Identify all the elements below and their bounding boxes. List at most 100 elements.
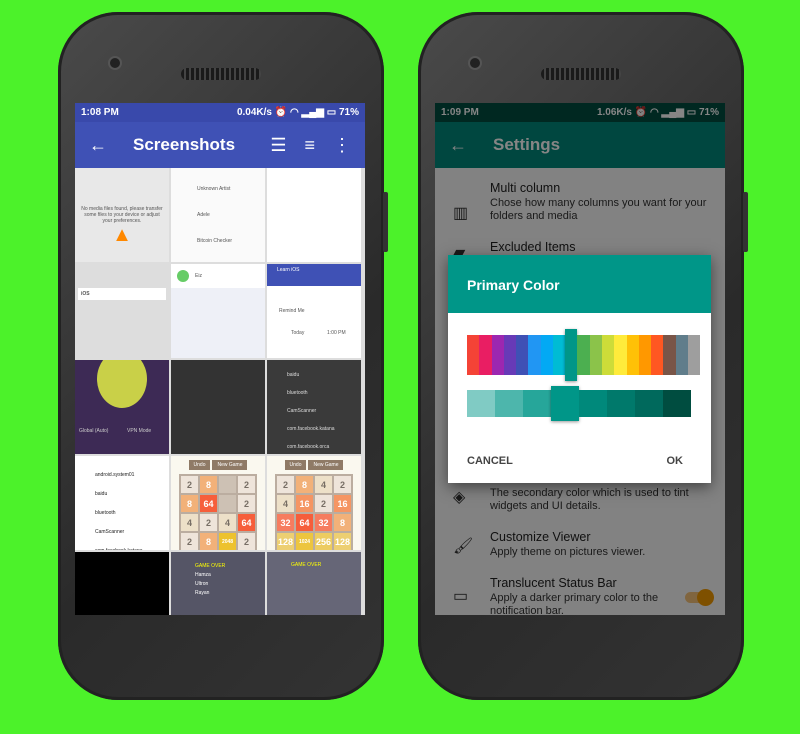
game-tile: 2 — [315, 495, 332, 512]
game-tile: 256 — [315, 533, 332, 550]
color-swatch[interactable] — [626, 335, 639, 375]
thumb-text: Hamza — [195, 572, 211, 578]
color-swatch[interactable] — [565, 329, 578, 381]
thumb-text: Unknown Artist — [197, 186, 231, 192]
power-button — [743, 192, 748, 252]
color-swatch[interactable] — [601, 335, 615, 375]
more-options-icon[interactable]: ⋮ — [333, 135, 351, 156]
game-tile: 64 — [200, 495, 217, 512]
thumb-text: android.system01 — [95, 472, 135, 478]
shade-swatch[interactable] — [551, 386, 579, 421]
thumbnail[interactable]: iOS — [75, 264, 169, 358]
thumb-text: 1:00 PM — [327, 330, 346, 336]
game-tile: 8 — [181, 495, 198, 512]
color-swatch[interactable] — [540, 335, 554, 375]
game-tile — [219, 476, 236, 493]
thumb-text: Today — [291, 330, 305, 336]
gallery-screen: 1:08 PM 0.04K/s ⏰ ◠ ▂▄▆ ▭ 71% ← Screensh… — [75, 103, 365, 615]
shade-swatch[interactable] — [467, 390, 495, 417]
thumb-text: Adele — [197, 212, 210, 218]
thumbnail[interactable] — [267, 168, 361, 262]
ok-button[interactable]: OK — [667, 455, 684, 467]
speaker — [181, 68, 261, 80]
color-swatch[interactable] — [528, 335, 541, 375]
thumbnail[interactable] — [171, 360, 265, 454]
color-swatch[interactable] — [651, 335, 664, 375]
status-time: 1:08 PM — [81, 107, 119, 118]
back-arrow-icon[interactable]: ← — [89, 135, 107, 156]
thumbnail[interactable]: GAME OVER — [267, 552, 361, 615]
game-tile: 64 — [238, 514, 255, 531]
game-tile: 2 — [238, 476, 255, 493]
color-swatch[interactable] — [479, 335, 492, 375]
game-tile: 128 — [334, 533, 351, 550]
signal-icon: ▂▄▆ — [301, 107, 324, 118]
thumbnail[interactable]: Learn iOS Remind Me Today 1:00 PM — [267, 264, 361, 358]
shade-swatch[interactable] — [523, 390, 551, 417]
game-tile — [219, 495, 236, 512]
page-title: Screenshots — [133, 135, 236, 154]
game-tile: 4 — [277, 495, 294, 512]
thumbnail[interactable]: No media files found, please transfer so… — [75, 168, 169, 262]
thumb-text: baidu — [95, 491, 108, 497]
thumbnail[interactable]: android.system01 baidu bluetooth CamScan… — [75, 456, 169, 550]
dialog-title: Primary Color — [448, 255, 711, 313]
shade-swatch[interactable] — [635, 390, 663, 417]
vlc-cone-icon: ▲ — [112, 224, 132, 246]
shade-swatch[interactable] — [495, 390, 523, 417]
game-tile: 128 — [277, 533, 294, 550]
filter-icon[interactable]: ☰ — [270, 135, 286, 156]
shade-swatch[interactable] — [663, 390, 691, 417]
thumbnail[interactable]: Undo New Game 2 8 2 8 64 2 4 2 4 64 2 8 2048 2 — [171, 456, 265, 550]
thumbnail[interactable]: GAME OVER Hamza Ultron Rayan — [171, 552, 265, 615]
wifi-icon: ◠ — [289, 107, 299, 118]
color-swatch[interactable] — [491, 335, 504, 375]
thumb-text: CamScanner — [95, 529, 125, 535]
sort-icon[interactable]: ≡ — [304, 135, 315, 156]
color-swatch[interactable] — [577, 335, 590, 375]
thumb-text: bluetooth — [287, 390, 308, 396]
game-tile: 2 — [200, 514, 217, 531]
color-swatch[interactable] — [675, 335, 689, 375]
game-tile: 64 — [296, 514, 313, 531]
shade-swatch[interactable] — [579, 390, 607, 417]
camera — [468, 56, 482, 70]
thumb-text: VPN Mode — [127, 428, 152, 434]
right-phone: 1:09 PM 1.06K/s ⏰ ◠ ▂▄▆ ▭ 71% ← Settings… — [418, 12, 748, 700]
thumb-text: GAME OVER — [195, 563, 226, 569]
thumb-text: Eiz — [195, 273, 202, 279]
shade-palette[interactable] — [467, 386, 691, 421]
color-swatch[interactable] — [638, 335, 652, 375]
thumbnail[interactable]: Undo New Game 2 8 4 2 4 16 2 16 32 64 32 8 128 1024 256… — [267, 456, 361, 550]
game-tile: 2 — [181, 476, 198, 493]
game-tile: 32 — [315, 514, 332, 531]
thumb-text: Learn iOS — [267, 264, 361, 286]
game-board: 2 8 4 2 4 16 2 16 32 64 32 8 128 1024 256 128 — [275, 474, 353, 550]
shade-swatch[interactable] — [607, 390, 635, 417]
color-swatch[interactable] — [614, 335, 627, 375]
game-tile: 16 — [296, 495, 313, 512]
cancel-button[interactable]: CANCEL — [467, 455, 513, 467]
color-swatch[interactable] — [688, 335, 701, 375]
thumbnail[interactable]: baidu bluetooth CamScanner com.facebook.… — [267, 360, 361, 454]
battery-level: 71% — [338, 107, 359, 118]
thumbnail[interactable]: Global (Auto) VPN Mode — [75, 360, 169, 454]
thumbnail[interactable]: Eiz — [171, 264, 265, 358]
settings-screen: 1:09 PM 1.06K/s ⏰ ◠ ▂▄▆ ▭ 71% ← Settings… — [435, 103, 725, 615]
status-bar: 1:08 PM 0.04K/s ⏰ ◠ ▂▄▆ ▭ 71% — [75, 103, 365, 122]
thumb-text: New Game — [308, 460, 344, 470]
color-swatch[interactable] — [467, 335, 480, 375]
thumb-text: New Game — [212, 460, 248, 470]
network-speed: 0.04K/s — [236, 107, 272, 118]
color-swatch[interactable] — [553, 335, 566, 375]
color-swatch[interactable] — [663, 335, 676, 375]
color-palette[interactable] — [467, 329, 701, 381]
color-swatch[interactable] — [589, 335, 602, 375]
toolbar: ← Screenshots ☰ ≡ ⋮ — [75, 122, 365, 168]
thumb-text: Undo — [284, 460, 307, 470]
color-swatch[interactable] — [516, 335, 529, 375]
alarm-icon: ⏰ — [274, 107, 288, 118]
color-swatch[interactable] — [503, 335, 517, 375]
thumbnail[interactable] — [75, 552, 169, 615]
thumbnail[interactable]: Unknown Artist Adele Bitcoin Checker — [171, 168, 265, 262]
